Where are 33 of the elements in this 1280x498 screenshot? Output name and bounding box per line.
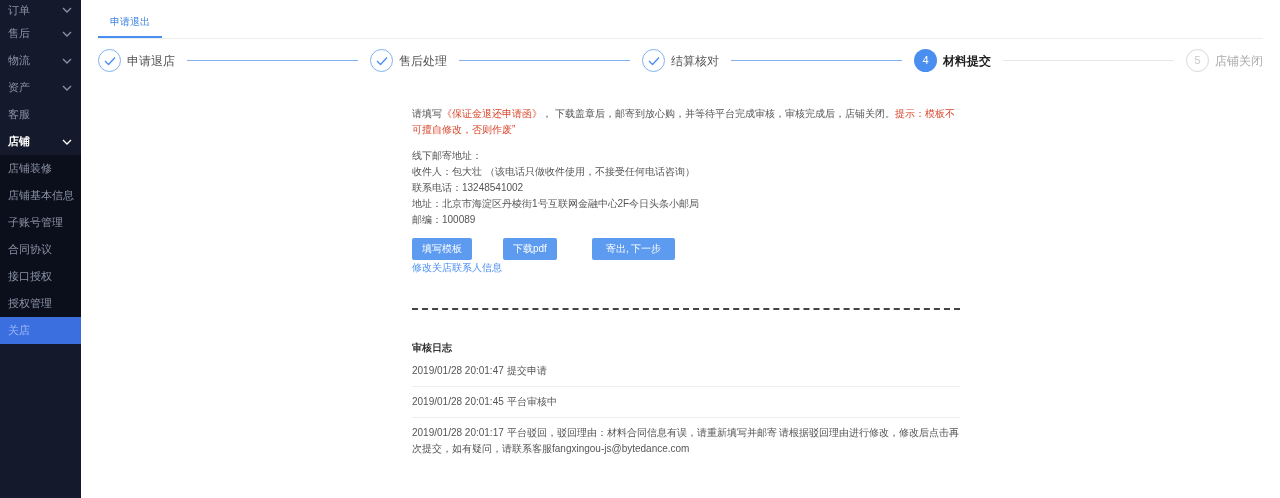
- step-label: 店铺关闭: [1215, 52, 1263, 70]
- address-line: 收件人：包大壮 （该电话只做收件使用，不接受任何电话咨询）: [412, 165, 696, 179]
- step-label: 结算核对: [671, 52, 719, 70]
- sidebar-subitem[interactable]: 店铺装修: [0, 155, 81, 182]
- log-entry: 2019/01/28 20:01:47 提交申请: [412, 356, 960, 387]
- address-line: 联系电话：13248541002: [412, 181, 525, 195]
- sidebar-item[interactable]: 店铺: [0, 128, 81, 155]
- step-number: 4: [922, 53, 929, 69]
- step-label: 材料提交: [943, 52, 991, 70]
- instruction-text: 请填写《保证金退还申请函》， 下载盖章后，邮寄到放心购，并等待平台完成审核，审核完成后，店铺关闭。提示：模板不可擅自修改，否则作废”: [412, 107, 956, 137]
- log-entry: 2019/01/28 20:01:17 平台驳回，驳回理由：材料合同信息有误，请重新填写并邮寄 请根据驳回理由进行修改，修改后点击再次提交，如有疑问，请联系客服fangxingou-js@bytedance.com: [412, 426, 960, 456]
- log-entry: 2019/01/28 20:01:45 平台审核中: [412, 387, 960, 418]
- sidebar-item[interactable]: 物流: [0, 47, 81, 74]
- check-icon: [375, 55, 388, 66]
- tab[interactable]: 申请退出: [98, 14, 162, 38]
- address-line: 地址：北京市海淀区丹棱街1号互联网金融中心2F今日头条小邮局: [412, 197, 701, 211]
- address-line: 线下邮寄地址：: [412, 149, 483, 163]
- edit-contact-link[interactable]: 修改关店联系人信息: [412, 260, 960, 276]
- check-icon: [103, 55, 116, 66]
- address-line: 邮编：100089: [412, 213, 477, 227]
- sidebar-subitem[interactable]: 接口授权: [0, 263, 81, 290]
- log-title: 审核日志: [412, 341, 453, 355]
- sidebar-subitem[interactable]: 合同协议: [0, 236, 81, 263]
- step-label: 售后处理: [399, 52, 447, 70]
- sidebar-item[interactable]: 售后: [0, 20, 81, 47]
- check-icon: [647, 55, 660, 66]
- sidebar-subitem[interactable]: 子账号管理: [0, 209, 81, 236]
- step-label: 申请退店: [127, 52, 175, 70]
- sidebar-item[interactable]: 资产: [0, 74, 81, 101]
- sidebar-subitem[interactable]: 店铺基本信息: [0, 182, 81, 209]
- sidebar-item[interactable]: 订单: [0, 0, 81, 20]
- sidebar-item[interactable]: 客服: [0, 101, 81, 128]
- sidebar-subitem[interactable]: 授权管理: [0, 290, 81, 317]
